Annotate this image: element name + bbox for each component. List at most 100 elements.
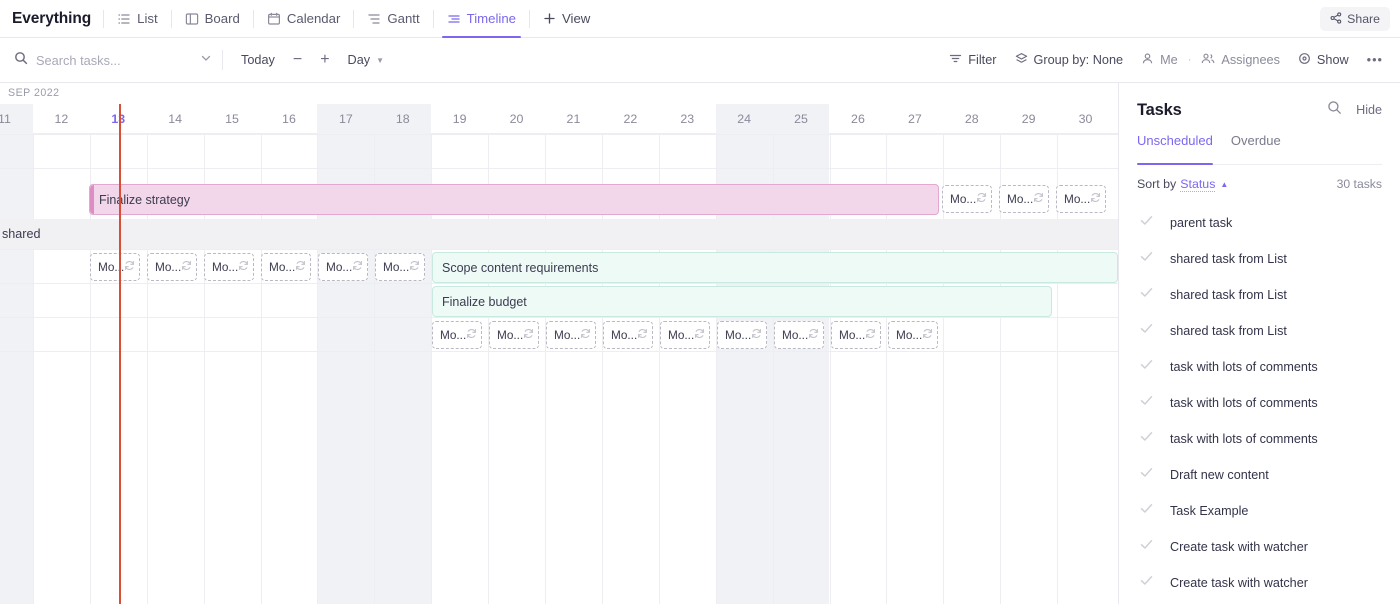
timeline-canvas[interactable]: SEP 2022 1112131415161718192021222324252… (0, 83, 1118, 604)
caret-up-icon[interactable]: ▲ (1220, 180, 1228, 189)
filter-button[interactable]: Filter (940, 38, 1005, 83)
day-header-cell[interactable]: 27 (886, 104, 943, 134)
day-header-cell[interactable]: 19 (431, 104, 488, 134)
day-header-cell[interactable]: 28 (943, 104, 1000, 134)
milestone-chip[interactable]: Mo... (432, 321, 482, 349)
tab-overdue[interactable]: Overdue (1231, 133, 1281, 164)
day-header-cell[interactable]: 16 (261, 104, 318, 134)
tab-unscheduled[interactable]: Unscheduled (1137, 133, 1213, 164)
task-list-item[interactable]: Draft new content (1137, 457, 1382, 493)
milestone-chip[interactable]: Mo... (831, 321, 881, 349)
sort-by-value[interactable]: Status (1180, 177, 1215, 192)
task-list-item[interactable]: shared task from List (1137, 241, 1382, 277)
more-options-button[interactable]: ••• (1358, 38, 1392, 83)
recurring-icon (295, 260, 306, 274)
milestone-chip[interactable]: Mo... (147, 253, 197, 281)
milestone-chip[interactable]: Mo... (999, 185, 1049, 213)
check-icon[interactable] (1139, 285, 1154, 305)
check-icon[interactable] (1139, 249, 1154, 269)
zoom-out-button[interactable]: − (284, 38, 311, 83)
milestone-chip[interactable]: Mo... (489, 321, 539, 349)
task-list-item-label: Create task with watcher (1170, 540, 1308, 554)
milestone-chip[interactable]: Mo... (90, 253, 140, 281)
tasks-sidebar: Tasks Hide Unscheduled Overdue Sort by S… (1118, 83, 1400, 604)
task-list-item[interactable]: parent task (1137, 205, 1382, 241)
group-by-button[interactable]: Group by: None (1006, 38, 1133, 83)
milestone-chip[interactable]: Mo... (774, 321, 824, 349)
day-header-cell[interactable]: 14 (147, 104, 204, 134)
milestone-chip[interactable]: Mo... (318, 253, 368, 281)
day-header-cell[interactable]: 24 (716, 104, 773, 134)
day-header-cell[interactable]: 23 (659, 104, 716, 134)
day-header-cell[interactable]: 21 (545, 104, 602, 134)
add-view-button[interactable]: View (532, 0, 601, 38)
day-header-cell[interactable]: 26 (830, 104, 887, 134)
day-header-cell[interactable]: 20 (488, 104, 545, 134)
tab-calendar[interactable]: Calendar (256, 0, 352, 38)
assignees-filter-button[interactable]: Assignees (1192, 38, 1289, 83)
milestone-chip-label: Mo... (611, 328, 637, 342)
timeline-task-bar[interactable]: Scope content requirements (432, 252, 1118, 283)
check-icon[interactable] (1139, 213, 1154, 233)
show-button[interactable]: Show (1289, 38, 1358, 83)
timeline-task-bar[interactable]: Finalize budget (432, 286, 1052, 317)
milestone-chip[interactable]: Mo... (660, 321, 710, 349)
tab-timeline[interactable]: Timeline (436, 0, 527, 38)
milestone-chip[interactable]: Mo... (888, 321, 938, 349)
day-header-cell[interactable]: 22 (602, 104, 659, 134)
unscheduled-task-list[interactable]: parent taskshared task from Listshared t… (1137, 203, 1382, 601)
check-icon[interactable] (1139, 429, 1154, 449)
day-header-cell[interactable]: 17 (317, 104, 374, 134)
tab-gantt[interactable]: Gantt (356, 0, 430, 38)
milestone-chip[interactable]: Mo... (942, 185, 992, 213)
task-list-item[interactable]: task with lots of comments (1137, 349, 1382, 385)
day-header-cell[interactable]: 25 (773, 104, 830, 134)
timeline-task-bar[interactable]: Finalize strategy (89, 184, 939, 215)
task-list-item[interactable]: Task Example (1137, 493, 1382, 529)
check-icon[interactable] (1139, 393, 1154, 413)
task-list-item[interactable]: shared task from List (1137, 277, 1382, 313)
group-row-shared[interactable]: shared (0, 219, 1118, 249)
day-header-cell[interactable]: 29 (1000, 104, 1057, 134)
tab-board[interactable]: Board (174, 0, 251, 38)
milestone-chip[interactable]: Mo... (204, 253, 254, 281)
day-header-cell[interactable]: 11 (0, 104, 33, 134)
day-header-cell[interactable]: 13 (90, 104, 147, 134)
scale-selector[interactable]: Day ▼ (339, 38, 393, 83)
task-list-item[interactable]: Create task with watcher (1137, 565, 1382, 601)
check-icon[interactable] (1139, 501, 1154, 521)
day-header-cell[interactable]: 30 (1057, 104, 1114, 134)
search-box[interactable] (0, 38, 218, 83)
check-icon[interactable] (1139, 357, 1154, 377)
milestone-chip[interactable]: Mo... (261, 253, 311, 281)
today-button[interactable]: Today (227, 38, 284, 83)
milestone-chip[interactable]: Mo... (1056, 185, 1106, 213)
milestone-chip[interactable]: Mo... (375, 253, 425, 281)
day-header-cell[interactable]: 18 (374, 104, 431, 134)
task-list-item[interactable]: Create task with watcher (1137, 529, 1382, 565)
task-list-item[interactable]: shared task from List (1137, 313, 1382, 349)
task-list-item[interactable]: task with lots of comments (1137, 421, 1382, 457)
milestone-chip[interactable]: Mo... (717, 321, 767, 349)
check-icon[interactable] (1139, 465, 1154, 485)
search-icon[interactable] (1327, 100, 1342, 120)
check-icon[interactable] (1139, 573, 1154, 593)
recurring-icon (523, 328, 534, 342)
sort-by-label: Sort by (1137, 177, 1176, 191)
chevron-down-icon[interactable] (200, 51, 212, 69)
task-list-item[interactable]: task with lots of comments (1137, 385, 1382, 421)
milestone-chip[interactable]: Mo... (603, 321, 653, 349)
me-filter-button[interactable]: Me (1132, 38, 1187, 83)
check-icon[interactable] (1139, 321, 1154, 341)
share-button[interactable]: Share (1320, 7, 1390, 31)
timeline-grid-body[interactable]: shared Finalize strategy Scope content req… (0, 134, 1118, 604)
day-header-cell[interactable]: 15 (204, 104, 261, 134)
check-icon[interactable] (1139, 537, 1154, 557)
hide-panel-button[interactable]: Hide (1356, 103, 1382, 117)
search-input[interactable] (36, 53, 186, 68)
tab-list[interactable]: List (106, 0, 169, 38)
zoom-in-button[interactable]: + (311, 38, 338, 83)
milestone-chip[interactable]: Mo... (546, 321, 596, 349)
recurring-icon (352, 260, 363, 274)
day-header-cell[interactable]: 12 (33, 104, 90, 134)
